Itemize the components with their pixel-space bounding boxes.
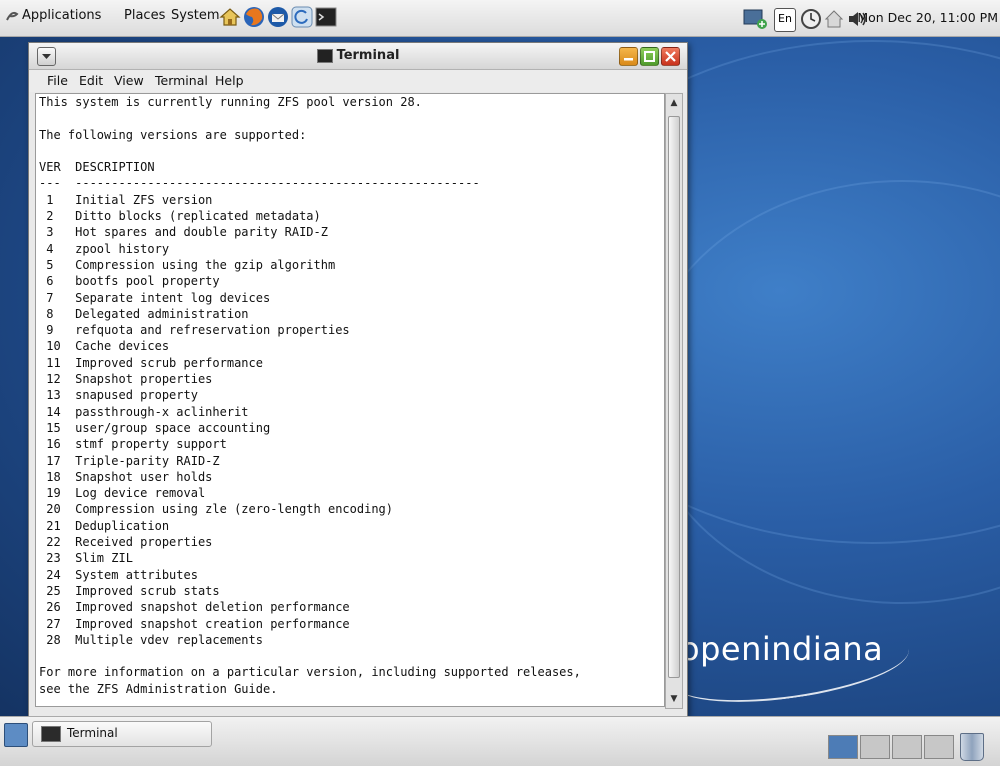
top-panel: Applications Places System En Mon Dec 20… bbox=[0, 0, 1000, 37]
gnome-foot-icon[interactable] bbox=[4, 8, 20, 24]
places-menu[interactable]: Places bbox=[124, 8, 165, 23]
minimize-button[interactable] bbox=[619, 47, 638, 66]
panel-clock[interactable]: Mon Dec 20, 11:00 PM bbox=[857, 10, 998, 25]
keyboard-layout-indicator[interactable]: En bbox=[774, 8, 796, 32]
menu-terminal[interactable]: Terminal bbox=[155, 73, 208, 88]
network-icon[interactable] bbox=[742, 8, 768, 30]
menu-edit[interactable]: Edit bbox=[79, 73, 103, 88]
scroll-down-arrow-icon[interactable]: ▼ bbox=[668, 692, 680, 706]
workspace-1[interactable] bbox=[828, 735, 858, 759]
window-title: Terminal bbox=[29, 48, 687, 63]
taskbar-terminal-button[interactable]: Terminal bbox=[32, 721, 212, 747]
workspace-3[interactable] bbox=[892, 735, 922, 759]
home-lock-icon[interactable] bbox=[824, 8, 844, 30]
menu-help[interactable]: Help bbox=[215, 73, 244, 88]
system-menu[interactable]: System bbox=[171, 8, 219, 23]
window-title-text: Terminal bbox=[336, 48, 400, 63]
thunderbird-icon[interactable] bbox=[266, 5, 290, 29]
clock-icon[interactable] bbox=[800, 8, 822, 30]
firefox-icon[interactable] bbox=[242, 5, 266, 29]
openindiana-logo: openindiana bbox=[666, 617, 914, 715]
taskbar-terminal-label: Terminal bbox=[67, 726, 118, 740]
menu-view[interactable]: View bbox=[114, 73, 144, 88]
maximize-button[interactable] bbox=[640, 47, 659, 66]
terminal-window: Terminal File Edit View Terminal Help Th… bbox=[28, 42, 688, 717]
menu-file[interactable]: File bbox=[47, 73, 68, 88]
trash-icon[interactable] bbox=[960, 733, 984, 761]
terminal-icon[interactable] bbox=[314, 5, 338, 29]
terminal-task-icon bbox=[41, 726, 61, 742]
applications-menu[interactable]: Applications bbox=[22, 8, 101, 23]
bottom-panel: Terminal bbox=[0, 716, 1000, 766]
scroll-up-arrow-icon[interactable]: ▲ bbox=[668, 96, 680, 110]
show-desktop-icon[interactable] bbox=[4, 723, 28, 747]
scrollbar-thumb[interactable] bbox=[668, 116, 680, 678]
terminal-scrollbar[interactable]: ▲ ▼ bbox=[665, 93, 683, 709]
workspace-4[interactable] bbox=[924, 735, 954, 759]
logo-text: openindiana bbox=[680, 630, 884, 668]
workspace-2[interactable] bbox=[860, 735, 890, 759]
close-button[interactable] bbox=[661, 47, 680, 66]
home-icon[interactable] bbox=[218, 5, 242, 29]
terminal-output[interactable]: This system is currently running ZFS poo… bbox=[35, 93, 665, 707]
terminal-title-icon bbox=[316, 48, 333, 63]
terminal-text: This system is currently running ZFS poo… bbox=[39, 95, 581, 696]
window-titlebar[interactable]: Terminal bbox=[29, 43, 687, 70]
update-icon[interactable] bbox=[290, 5, 314, 29]
window-menubar: File Edit View Terminal Help bbox=[29, 70, 687, 92]
